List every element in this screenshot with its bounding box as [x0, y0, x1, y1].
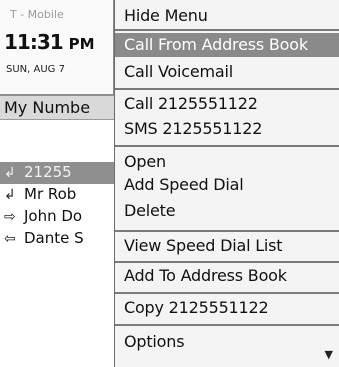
menu-item-view-speed-dial-list[interactable]: View Speed Dial List [115, 234, 339, 258]
menu-item-label: Options [124, 332, 185, 351]
incoming-call-icon: ⇦ [4, 231, 16, 247]
call-log-contact: John Do [24, 207, 83, 225]
menu-item-delete[interactable]: Delete [115, 199, 339, 223]
carrier-label: T - Mobile [6, 8, 64, 21]
status-area: T - Mobile 11:31 PM SUN, AUG 7 [0, 0, 114, 94]
menu-item-label: Add To Address Book [124, 266, 287, 285]
menu-item-label: View Speed Dial List [124, 236, 283, 255]
menu-item-add-to-address-book[interactable]: Add To Address Book [115, 264, 339, 288]
phone-screen: T - Mobile 11:31 PM SUN, AUG 7 My Numbe … [0, 0, 339, 367]
menu-item-hide-menu[interactable]: Hide Menu [115, 4, 339, 28]
scroll-down-arrow-icon[interactable]: ▼ [325, 348, 333, 361]
menu-separator [115, 88, 339, 90]
menu-separator [115, 29, 339, 31]
clock-time: 11:31 [4, 30, 64, 54]
menu-separator [115, 230, 339, 232]
missed-call-icon: ↲ [4, 165, 16, 181]
clock-ampm: PM [68, 35, 95, 53]
menu-item-call-number[interactable]: Call 2125551122 [115, 92, 339, 116]
menu-item-sms-number[interactable]: SMS 2125551122 [115, 117, 339, 141]
menu-item-label: Call Voicemail [124, 62, 234, 81]
call-log-list: ↲ 21255 ↲ Mr Rob ⇨ John Do ⇦ Dante S [0, 120, 114, 367]
call-log-row[interactable]: ⇨ John Do [0, 206, 114, 228]
my-numbers-header[interactable]: My Numbe [0, 94, 114, 120]
menu-item-copy-number[interactable]: Copy 2125551122 [115, 296, 339, 320]
clock: 11:31 PM [4, 30, 95, 54]
context-menu: Hide Menu Call From Address Book Call Vo… [114, 0, 339, 367]
outgoing-call-icon: ⇨ [4, 209, 16, 225]
menu-item-label: Delete [124, 201, 176, 220]
call-log-row[interactable]: ↲ 21255 [0, 162, 114, 184]
my-numbers-label: My Numbe [4, 98, 91, 117]
menu-separator [115, 292, 339, 294]
call-log-contact: Dante S [24, 229, 84, 247]
menu-item-label: Hide Menu [124, 6, 208, 25]
carrier-name: T - Mobile [10, 8, 64, 21]
date-label: SUN, AUG 7 [6, 64, 65, 75]
menu-item-label: Call 2125551122 [124, 94, 258, 113]
menu-item-label: Call From Address Book [124, 35, 308, 54]
menu-item-call-voicemail[interactable]: Call Voicemail [115, 60, 339, 84]
menu-item-label: Open [124, 152, 166, 171]
incoming-call-icon: ↲ [4, 187, 16, 203]
menu-separator [115, 324, 339, 326]
call-log-row[interactable]: ⇦ Dante S [0, 228, 114, 250]
call-log-contact: Mr Rob [24, 185, 77, 203]
call-log-contact: 21255 [24, 163, 72, 181]
menu-item-call-from-address-book[interactable]: Call From Address Book [115, 33, 339, 57]
menu-item-add-speed-dial[interactable]: Add Speed Dial [115, 173, 339, 197]
menu-item-label: SMS 2125551122 [124, 119, 263, 138]
menu-separator [115, 145, 339, 147]
menu-separator [115, 261, 339, 263]
menu-item-label: Copy 2125551122 [124, 298, 269, 317]
call-log-row[interactable]: ↲ Mr Rob [0, 184, 114, 206]
menu-item-options[interactable]: Options [115, 330, 339, 354]
menu-item-open[interactable]: Open [115, 150, 339, 174]
menu-item-label: Add Speed Dial [124, 175, 244, 194]
